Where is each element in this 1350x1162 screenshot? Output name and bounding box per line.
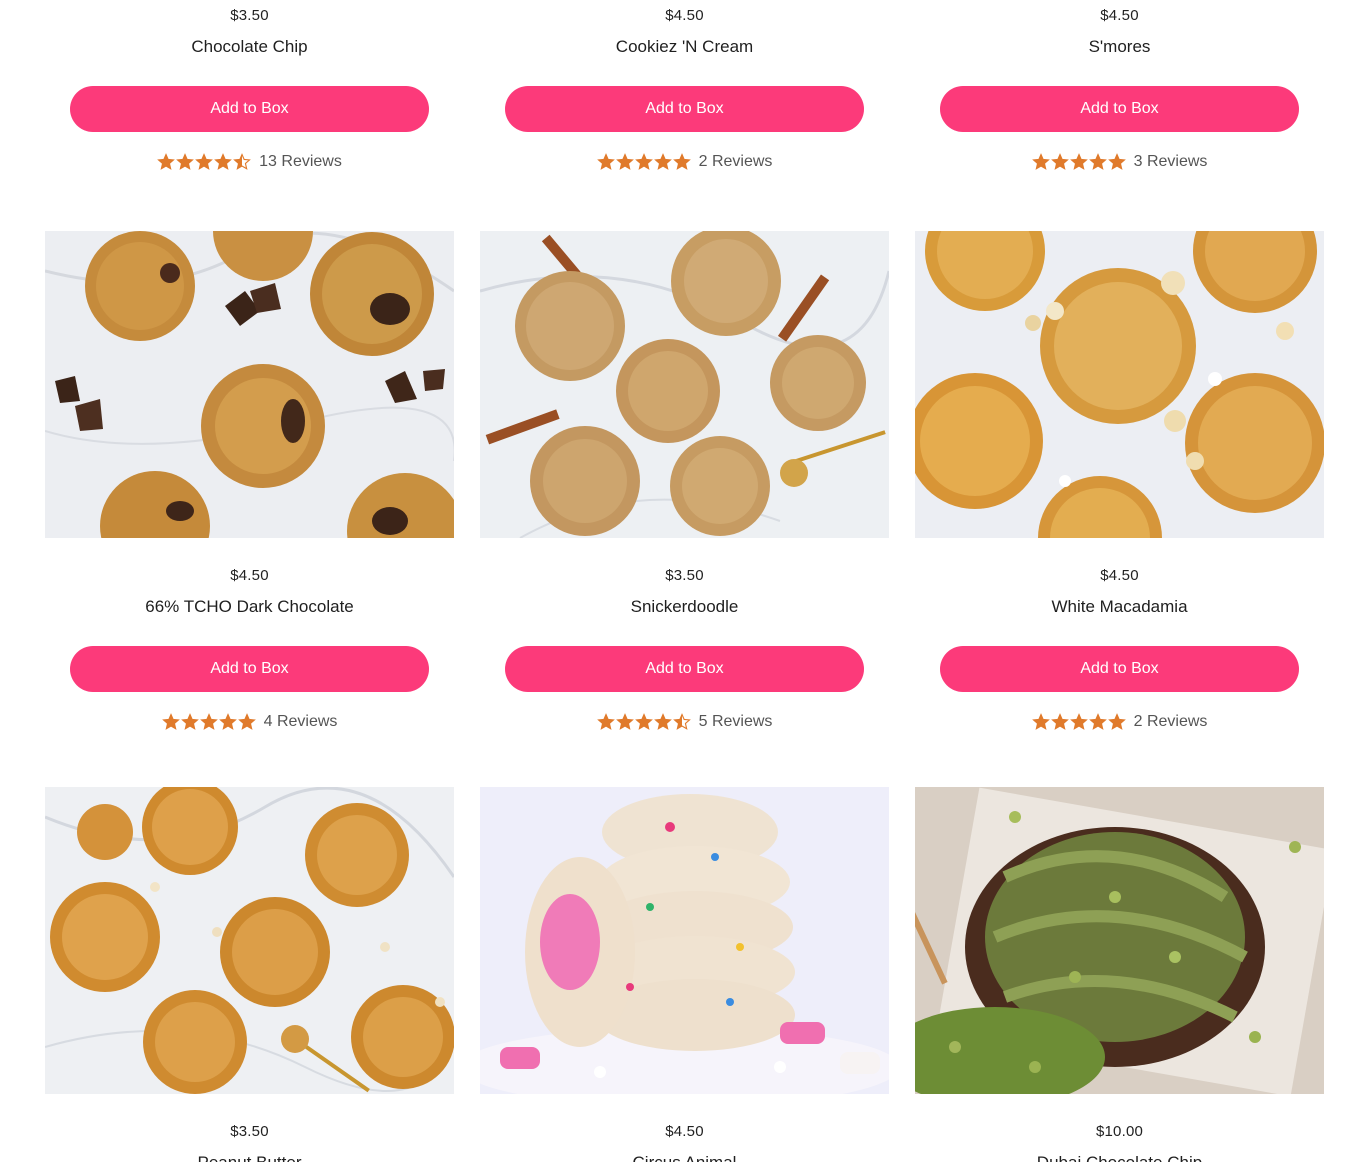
product-name[interactable]: Circus Animal: [480, 1152, 889, 1162]
star-full-icon: [672, 153, 691, 170]
star-full-icon: [157, 153, 175, 170]
star-full-icon: [214, 153, 232, 170]
star-full-icon: [1107, 153, 1126, 170]
product-rating[interactable]: 2 Reviews: [480, 150, 889, 174]
star-full-icon: [1050, 153, 1069, 170]
star-full-icon: [653, 153, 672, 170]
star-full-icon: [615, 713, 634, 730]
star-half-icon: [672, 713, 691, 730]
add-to-box-button[interactable]: Add to Box: [70, 646, 429, 692]
product-card: $3.50 Peanut Butter: [45, 787, 454, 1162]
star-full-icon: [195, 153, 213, 170]
product-price: $4.50: [665, 7, 704, 24]
review-count[interactable]: 4 Reviews: [264, 713, 338, 731]
product-card: $4.50 Cookiez 'N Cream Add to Box 2 Revi…: [480, 0, 889, 231]
product-name[interactable]: Chocolate Chip: [45, 36, 454, 58]
star-full-icon: [596, 153, 615, 170]
product-card: $4.50 White Macadamia Add to Box 2 Revie…: [915, 231, 1324, 787]
star-half-icon: [233, 153, 251, 170]
product-price: $10.00: [1095, 1123, 1144, 1140]
star-rating: [1031, 713, 1126, 731]
add-to-box-button[interactable]: Add to Box: [940, 646, 1299, 692]
star-full-icon: [653, 713, 672, 730]
star-full-icon: [634, 153, 653, 170]
star-full-icon: [161, 713, 180, 730]
product-card: $3.50 Chocolate Chip Add to Box 13 Revie…: [45, 0, 454, 231]
review-count[interactable]: 3 Reviews: [1134, 153, 1208, 171]
dark-chocolate-photo[interactable]: [45, 231, 454, 538]
product-name[interactable]: Cookiez 'N Cream: [480, 36, 889, 58]
product-card: $10.00 Dubai Chocolate Chip: [915, 787, 1324, 1162]
star-full-icon: [596, 713, 615, 730]
peanut-butter-photo[interactable]: [45, 787, 454, 1094]
star-full-icon: [1107, 713, 1126, 730]
product-card: $4.50 S'mores Add to Box 3 Reviews: [915, 0, 1324, 231]
star-full-icon: [1050, 713, 1069, 730]
star-rating: [596, 713, 691, 731]
product-price: $4.50: [1100, 567, 1139, 584]
product-card: $4.50 66% TCHO Dark Chocolate Add to Box…: [45, 231, 454, 787]
product-rating[interactable]: 2 Reviews: [915, 710, 1324, 734]
star-rating: [157, 153, 251, 171]
star-full-icon: [1088, 153, 1107, 170]
star-full-icon: [1031, 153, 1050, 170]
star-rating: [596, 153, 691, 171]
star-full-icon: [1069, 713, 1088, 730]
product-rating[interactable]: 4 Reviews: [45, 710, 454, 734]
product-card: $4.50 Circus Animal: [480, 787, 889, 1162]
product-rating[interactable]: 3 Reviews: [915, 150, 1324, 174]
product-price: $3.50: [230, 7, 269, 24]
star-rating: [161, 713, 256, 731]
star-full-icon: [1031, 713, 1050, 730]
white-macadamia-photo[interactable]: [915, 231, 1324, 538]
product-name[interactable]: Dubai Chocolate Chip: [915, 1152, 1324, 1162]
product-card: $3.50 Snickerdoodle Add to Box 5 Reviews: [480, 231, 889, 787]
product-grid: $3.50 Chocolate Chip Add to Box 13 Revie…: [45, 0, 1325, 1162]
add-to-box-button[interactable]: Add to Box: [70, 86, 429, 132]
product-name[interactable]: S'mores: [915, 36, 1324, 58]
star-full-icon: [1069, 153, 1088, 170]
dubai-chocolate-photo[interactable]: [915, 787, 1324, 1094]
product-rating[interactable]: 5 Reviews: [480, 710, 889, 734]
star-full-icon: [176, 153, 194, 170]
star-full-icon: [615, 153, 634, 170]
add-to-box-button[interactable]: Add to Box: [940, 86, 1299, 132]
review-count[interactable]: 2 Reviews: [699, 153, 773, 171]
add-to-box-button[interactable]: Add to Box: [505, 646, 864, 692]
star-full-icon: [199, 713, 218, 730]
star-full-icon: [218, 713, 237, 730]
product-price: $3.50: [230, 1123, 269, 1140]
star-full-icon: [1088, 713, 1107, 730]
circus-animal-photo[interactable]: [480, 787, 889, 1094]
star-full-icon: [634, 713, 653, 730]
product-name[interactable]: 66% TCHO Dark Chocolate: [45, 596, 454, 618]
review-count[interactable]: 5 Reviews: [699, 713, 773, 731]
snickerdoodle-photo[interactable]: [480, 231, 889, 538]
product-rating[interactable]: 13 Reviews: [45, 150, 454, 174]
star-full-icon: [237, 713, 256, 730]
product-name[interactable]: Peanut Butter: [45, 1152, 454, 1162]
review-count[interactable]: 2 Reviews: [1134, 713, 1208, 731]
star-rating: [1031, 153, 1126, 171]
product-name[interactable]: Snickerdoodle: [480, 596, 889, 618]
product-price: $3.50: [665, 567, 704, 584]
product-price: $4.50: [1100, 7, 1139, 24]
product-price: $4.50: [230, 567, 269, 584]
product-price: $4.50: [665, 1123, 704, 1140]
review-count[interactable]: 13 Reviews: [259, 153, 342, 171]
product-name[interactable]: White Macadamia: [915, 596, 1324, 618]
add-to-box-button[interactable]: Add to Box: [505, 86, 864, 132]
star-full-icon: [180, 713, 199, 730]
